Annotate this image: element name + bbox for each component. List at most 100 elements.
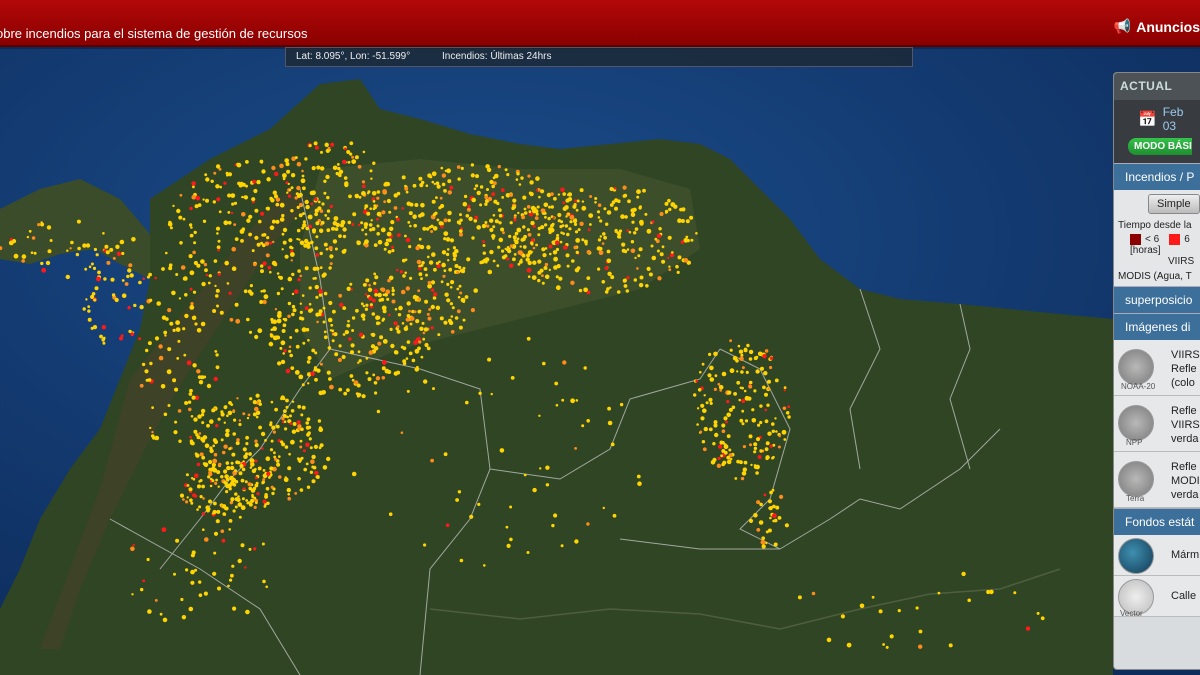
- fire-point: [217, 586, 221, 591]
- fire-point: [506, 173, 510, 177]
- basemap-item-marble[interactable]: Márm: [1114, 535, 1200, 576]
- fire-point: [362, 283, 367, 287]
- announcements-button[interactable]: 📢 Anuncios: [1114, 18, 1200, 35]
- fire-point: [490, 392, 493, 396]
- imagery-item-terra[interactable]: Terra Refle MODI verda: [1114, 452, 1200, 508]
- fire-point: [690, 238, 694, 242]
- imagery-item-npp[interactable]: NPP Refle VIIRS verda: [1114, 396, 1200, 452]
- fire-point: [361, 394, 366, 399]
- basic-mode-button[interactable]: MODO BÁSICO: [1128, 138, 1192, 155]
- fire-point: [650, 244, 654, 248]
- fire-point: [522, 225, 526, 229]
- fire-point: [787, 405, 791, 409]
- fire-point: [541, 281, 545, 285]
- fire-point: [701, 440, 706, 444]
- fire-point: [269, 421, 273, 425]
- fire-point: [376, 196, 380, 200]
- fire-point: [584, 242, 588, 246]
- fire-point: [285, 181, 289, 185]
- fire-point: [486, 167, 492, 173]
- fire-point: [351, 316, 356, 320]
- fire-point: [400, 289, 406, 295]
- fire-point: [478, 391, 482, 395]
- fire-point: [329, 262, 333, 266]
- fire-point: [764, 392, 768, 397]
- fire-point: [496, 201, 500, 206]
- fire-point: [97, 270, 101, 275]
- fire-point: [129, 273, 134, 278]
- fire-point: [555, 403, 559, 407]
- fire-point: [376, 190, 381, 194]
- fire-point: [370, 177, 373, 180]
- fire-point: [336, 163, 340, 166]
- fire-point: [613, 187, 617, 190]
- fire-point: [344, 330, 349, 335]
- fire-point: [598, 246, 603, 251]
- section-basemaps[interactable]: Fondos estát: [1114, 508, 1200, 535]
- fire-point: [230, 211, 234, 215]
- fire-point: [708, 352, 712, 356]
- fire-point: [173, 572, 176, 576]
- fire-point: [743, 389, 747, 393]
- fire-point: [475, 174, 479, 179]
- fire-point: [269, 270, 272, 274]
- fire-point: [709, 401, 713, 405]
- fire-point: [371, 227, 376, 231]
- fire-point: [564, 224, 569, 228]
- fire-point: [1025, 626, 1031, 631]
- fire-point: [149, 426, 152, 430]
- section-fires[interactable]: Incendios / P: [1114, 163, 1200, 190]
- imagery-item-noaa20[interactable]: NOAA-20 VIIRS Refle (colo: [1114, 340, 1200, 396]
- fire-point: [193, 241, 197, 245]
- fire-point: [375, 321, 380, 326]
- fire-point: [286, 191, 289, 194]
- fire-point: [605, 222, 609, 226]
- fire-point: [570, 398, 575, 404]
- fire-point: [346, 286, 351, 291]
- fire-point: [349, 374, 354, 378]
- fire-point: [226, 414, 229, 418]
- fire-point: [324, 142, 329, 147]
- fire-point: [223, 421, 226, 424]
- fire-point: [236, 397, 239, 400]
- fire-point: [216, 304, 219, 308]
- fire-point: [244, 566, 247, 569]
- fire-point: [242, 447, 247, 452]
- fire-point: [666, 256, 670, 260]
- fire-point: [338, 344, 342, 348]
- fire-point: [282, 173, 287, 178]
- fire-point: [208, 274, 212, 278]
- fire-point: [96, 286, 99, 289]
- fire-point: [400, 345, 404, 349]
- fire-point: [331, 226, 335, 231]
- fire-point: [477, 502, 481, 506]
- fire-point: [482, 240, 486, 244]
- fire-map[interactable]: [0, 49, 1200, 675]
- fire-point: [305, 421, 310, 425]
- fire-point: [645, 284, 649, 288]
- fire-point: [243, 195, 249, 200]
- fire-point: [882, 643, 885, 646]
- fire-point: [782, 406, 787, 411]
- basemap-item-streets[interactable]: Vector Calle: [1114, 576, 1200, 618]
- fire-point: [369, 303, 373, 307]
- panel-header[interactable]: ACTUAL: [1114, 73, 1200, 100]
- fire-point: [217, 239, 221, 243]
- fire-point: [658, 227, 662, 231]
- fire-point: [402, 274, 406, 278]
- fire-point: [509, 244, 514, 248]
- fire-point: [497, 208, 502, 213]
- fire-point: [325, 174, 330, 180]
- date-selector[interactable]: 📅 Feb 03: [1114, 100, 1200, 138]
- fire-point: [756, 528, 761, 532]
- fire-point: [771, 429, 775, 433]
- simple-button[interactable]: Simple: [1148, 194, 1200, 214]
- fire-point: [597, 216, 601, 219]
- fire-point: [282, 317, 285, 321]
- fire-point: [349, 282, 353, 286]
- fire-point: [586, 276, 591, 280]
- section-overlays[interactable]: superposicio: [1114, 286, 1200, 313]
- section-imagery[interactable]: Imágenes di: [1114, 313, 1200, 340]
- fire-point: [310, 240, 314, 245]
- fire-point: [737, 344, 741, 348]
